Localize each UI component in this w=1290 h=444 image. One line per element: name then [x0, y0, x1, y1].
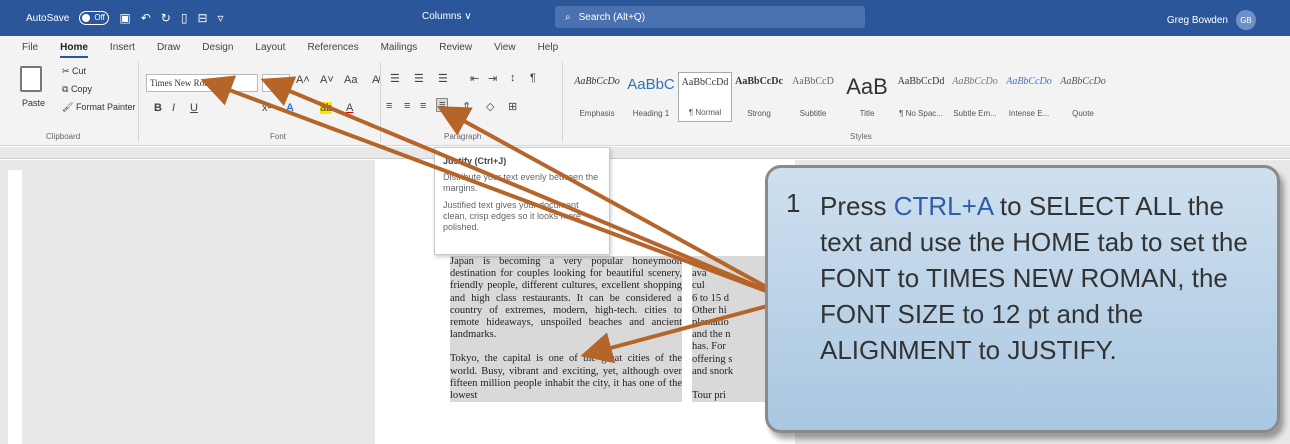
instruction-callout: 1 Press CTRL+A to SELECT ALL the text an… [765, 165, 1280, 433]
arrow-to-justify [436, 106, 791, 302]
step-text-part1: Press [820, 191, 894, 221]
step-number: 1 [786, 188, 801, 218]
arrow-to-font-name [200, 75, 791, 302]
shortcut-text: CTRL+A [893, 191, 993, 221]
arrow-to-font-size [260, 76, 791, 302]
step-instruction: Press CTRL+A to SELECT ALL the text and … [820, 188, 1259, 430]
arrow-to-text [580, 298, 791, 364]
